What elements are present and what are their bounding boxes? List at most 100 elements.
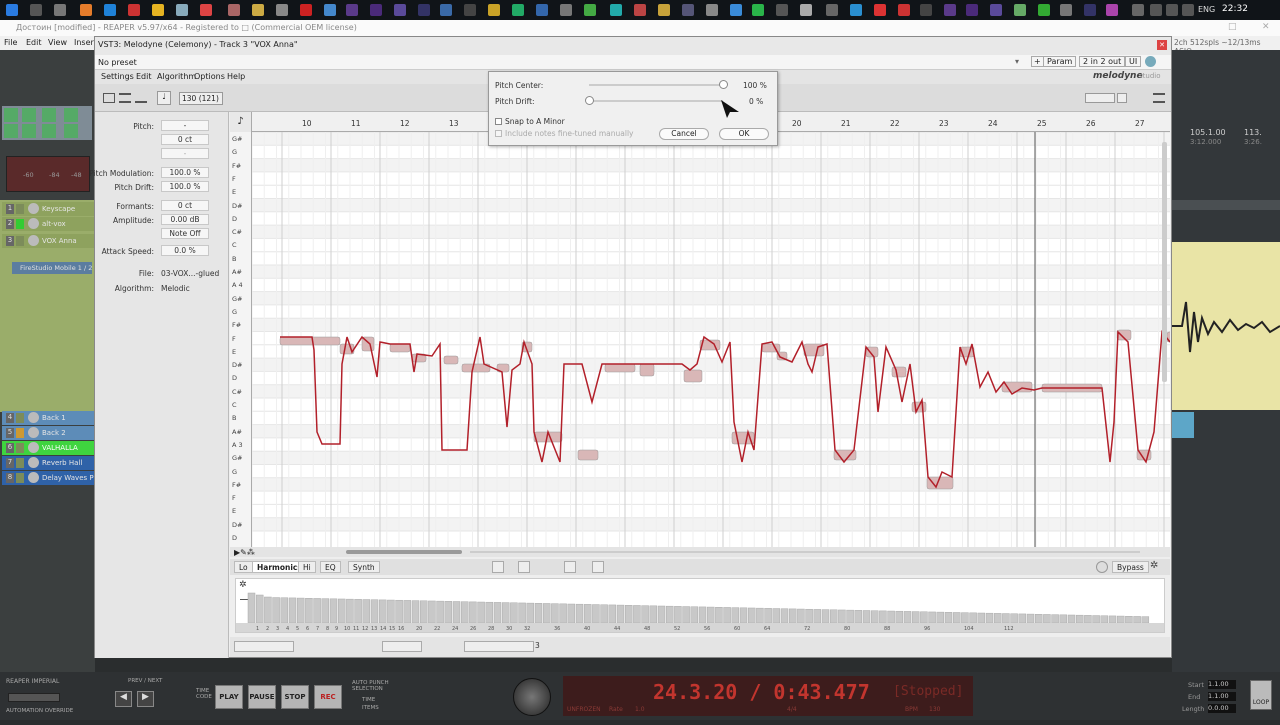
app-icon[interactable] xyxy=(228,4,240,16)
app-icon[interactable] xyxy=(440,4,452,16)
harmonic-bar[interactable] xyxy=(870,610,879,624)
close-window-button[interactable]: ✕ xyxy=(1262,22,1270,32)
harmonic-bar[interactable] xyxy=(608,604,617,624)
clock[interactable]: 22:32 xyxy=(1222,4,1248,14)
harmonic-bar[interactable] xyxy=(428,600,436,624)
volume-knob[interactable] xyxy=(28,412,39,423)
menu-file[interactable]: File xyxy=(4,38,17,47)
param-button[interactable]: Param xyxy=(1043,56,1077,67)
pitch-drift-track[interactable] xyxy=(589,100,723,102)
maximize-button[interactable]: □ xyxy=(1228,22,1237,32)
harmonic-bar[interactable] xyxy=(1051,614,1059,624)
pitch-modulation-field[interactable]: 100.0 % xyxy=(161,167,209,178)
harmonic-bar[interactable] xyxy=(641,605,649,624)
tab-hi[interactable]: Hi xyxy=(298,561,316,573)
harmonic-bar[interactable] xyxy=(952,612,961,624)
harmonic-bar[interactable] xyxy=(838,609,846,624)
app-icon[interactable] xyxy=(276,4,288,16)
pitch-center-slider[interactable] xyxy=(719,80,728,89)
pr-icon[interactable] xyxy=(966,4,978,16)
harmonic-bar[interactable] xyxy=(633,605,641,624)
gear-icon[interactable]: ✲ xyxy=(1150,560,1158,571)
menu-help[interactable]: Help xyxy=(227,72,245,81)
harmonic-bar[interactable] xyxy=(592,604,600,624)
menu-edit[interactable]: Edit xyxy=(136,72,152,81)
rate-value[interactable]: 1.0 xyxy=(635,706,645,713)
scroll-tools-icon[interactable]: ▶✎⁂ xyxy=(234,548,255,557)
formants-field[interactable]: 0 ct xyxy=(161,200,209,211)
harmonic-bar[interactable] xyxy=(436,600,444,624)
punch-items-option[interactable]: ITEMS xyxy=(362,705,379,711)
harmonic-bar[interactable] xyxy=(1002,613,1010,624)
harmonic-bar[interactable] xyxy=(936,611,945,624)
pr-icon[interactable] xyxy=(370,4,382,16)
pitch-ct-field[interactable]: 0 ct xyxy=(161,134,209,145)
app-icon[interactable] xyxy=(800,4,812,16)
harmonic-bar[interactable] xyxy=(551,603,559,624)
menu-algorithm[interactable]: Algorithm xyxy=(157,72,196,81)
app-icon[interactable] xyxy=(920,4,932,16)
track-name[interactable]: alt-vox xyxy=(42,220,66,228)
harmonic-bar[interactable] xyxy=(419,600,428,624)
stop-button[interactable]: STOP xyxy=(281,685,309,709)
harmonic-bar[interactable] xyxy=(403,600,412,624)
harmonic-bar[interactable] xyxy=(616,604,625,624)
bypass-button[interactable]: Bypass xyxy=(1112,561,1149,573)
app-icon[interactable] xyxy=(252,4,264,16)
harmonic-bar[interactable] xyxy=(813,609,822,624)
harmonic-bar[interactable] xyxy=(1075,614,1084,624)
next-button[interactable]: ▶ xyxy=(137,691,154,707)
app-icon[interactable] xyxy=(300,4,312,16)
harmonic-bar[interactable] xyxy=(911,611,920,624)
app-icon[interactable] xyxy=(658,4,670,16)
telegram-icon[interactable] xyxy=(850,4,862,16)
harmonic-bar[interactable] xyxy=(854,610,863,624)
harmonic-bar[interactable] xyxy=(797,608,805,624)
harmonic-bar[interactable] xyxy=(575,603,584,624)
menu-view[interactable]: View xyxy=(48,38,67,47)
app-icon[interactable] xyxy=(512,4,524,16)
app-icon[interactable] xyxy=(1038,4,1050,16)
harmonic-bar[interactable] xyxy=(739,607,748,624)
harmonic-bar[interactable] xyxy=(1084,615,1092,624)
note-assignment-icon[interactable] xyxy=(119,93,131,103)
harmonic-bar[interactable] xyxy=(559,603,567,624)
harmonic-range-slider[interactable] xyxy=(234,641,294,652)
app-icon[interactable] xyxy=(560,4,572,16)
record-arm-button[interactable] xyxy=(16,204,24,214)
ui-button[interactable]: UI xyxy=(1125,56,1142,67)
track-name[interactable]: Back 2 xyxy=(42,429,66,437)
track-row[interactable]: 4 Back 1 xyxy=(2,411,94,425)
volume-knob[interactable] xyxy=(28,427,39,438)
app-icon[interactable] xyxy=(394,4,406,16)
harmonic-bar[interactable] xyxy=(272,597,280,624)
chevron-down-icon[interactable]: ▾ xyxy=(1015,57,1019,66)
record-arm-button[interactable] xyxy=(16,458,24,468)
app-icon[interactable] xyxy=(1106,4,1118,16)
harmonic-bar[interactable] xyxy=(665,605,674,624)
harmonic-bar[interactable] xyxy=(1100,615,1109,624)
harmonic-bar[interactable] xyxy=(682,606,690,624)
automation-override-slider[interactable] xyxy=(8,693,60,702)
harmonic-bar[interactable] xyxy=(887,610,895,624)
harmonics-spectrum[interactable]: ✲ 1 2 3 4 5 6 7 8 9 10 11 12 13 14 15 16 20 22 24 26 28 30 32 3… xyxy=(235,578,1165,633)
harmonic-bar[interactable] xyxy=(378,599,387,624)
track-row[interactable]: 6 VALHALLA xyxy=(2,441,94,455)
harmonic-bar[interactable] xyxy=(624,605,633,624)
audio-item[interactable] xyxy=(1172,412,1194,438)
tempo-field[interactable]: 130 (121) xyxy=(179,92,223,105)
network-icon[interactable] xyxy=(1150,4,1162,16)
track-row[interactable]: 1 Keyscape xyxy=(2,202,94,216)
note-off-button[interactable]: Note Off xyxy=(161,228,209,239)
harmonic-bar[interactable] xyxy=(567,603,576,624)
app-icon[interactable] xyxy=(128,4,140,16)
harmonic-bar[interactable] xyxy=(469,601,477,624)
harmonic-bar[interactable] xyxy=(1133,616,1141,624)
toolbar-button[interactable] xyxy=(42,124,56,138)
toolbar-button[interactable] xyxy=(22,108,36,122)
tool-icon[interactable] xyxy=(492,561,504,573)
scroll-thumb[interactable] xyxy=(346,550,462,554)
add-preset-button[interactable]: + xyxy=(1031,56,1044,67)
track-name[interactable]: VALHALLA xyxy=(42,444,78,452)
toolbar-button[interactable] xyxy=(64,124,78,138)
